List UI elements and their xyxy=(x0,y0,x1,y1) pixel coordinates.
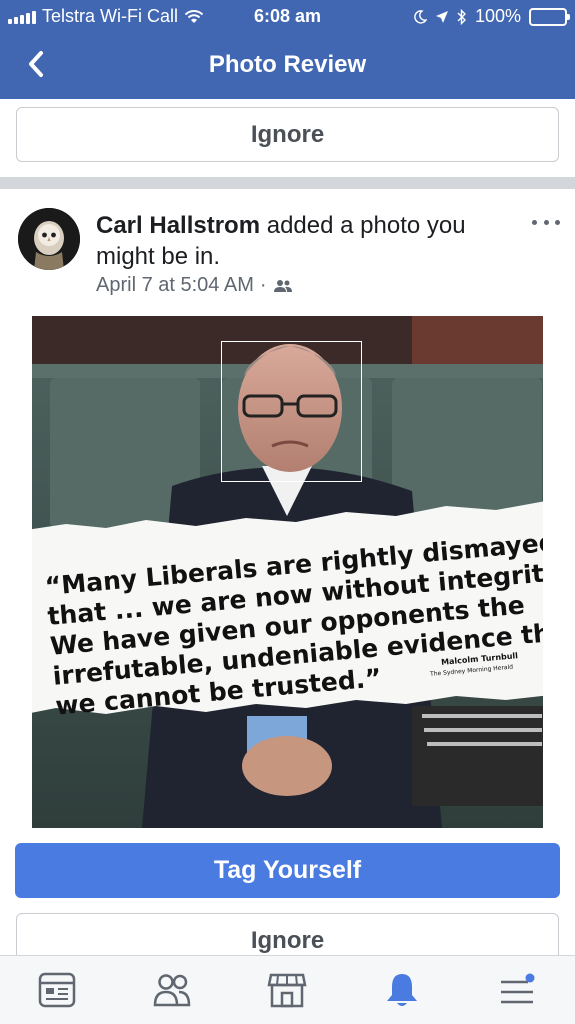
more-options-icon xyxy=(532,219,537,225)
owl-avatar-icon xyxy=(18,208,80,270)
location-arrow-icon xyxy=(435,10,448,23)
app-header: Telstra Wi-Fi Call 6:08 am 100% Photo Re… xyxy=(0,0,575,99)
tab-news-feed[interactable] xyxy=(35,968,79,1012)
friends-icon xyxy=(273,279,292,292)
avatar[interactable] xyxy=(18,208,80,270)
friends-icon xyxy=(153,974,191,1007)
quote-banner: “Many Liberals are rightly dismayed that… xyxy=(32,501,543,720)
section-divider xyxy=(0,177,575,189)
more-options-button[interactable] xyxy=(532,212,560,232)
battery-percent: 100% xyxy=(474,6,521,26)
bluetooth-icon xyxy=(457,8,466,25)
tag-yourself-button[interactable]: Tag Yourself xyxy=(15,843,560,898)
meta-separator: · xyxy=(259,274,267,296)
ignore-button-previous[interactable]: Ignore xyxy=(16,107,559,162)
post-meta: April 7 at 5:04 AM · xyxy=(96,274,293,297)
post-timestamp[interactable]: April 7 at 5:04 AM xyxy=(96,274,254,297)
news-feed-icon xyxy=(38,972,76,1008)
post-author-link[interactable]: Carl Hallstrom xyxy=(96,212,260,239)
tagged-photo[interactable]: “Many Liberals are rightly dismayed that… xyxy=(32,316,543,828)
post-description: Carl Hallstrom added a photo you might b… xyxy=(96,210,516,272)
page-title: Photo Review xyxy=(208,51,367,78)
tab-marketplace[interactable] xyxy=(265,968,309,1012)
bottom-tab-bar xyxy=(0,955,575,1024)
battery-icon xyxy=(529,7,570,26)
tab-menu[interactable] xyxy=(495,968,539,1012)
menu-icon xyxy=(501,973,535,1004)
status-bar: Telstra Wi-Fi Call 6:08 am 100% xyxy=(0,0,575,32)
marketplace-icon xyxy=(267,973,307,1008)
face-tag-box[interactable] xyxy=(221,341,362,482)
tab-notifications[interactable] xyxy=(380,968,424,1012)
notifications-bell-icon xyxy=(387,974,417,1006)
moon-icon xyxy=(414,9,427,24)
navigation-bar: Photo Review xyxy=(0,32,575,99)
tab-friends[interactable] xyxy=(150,968,194,1012)
